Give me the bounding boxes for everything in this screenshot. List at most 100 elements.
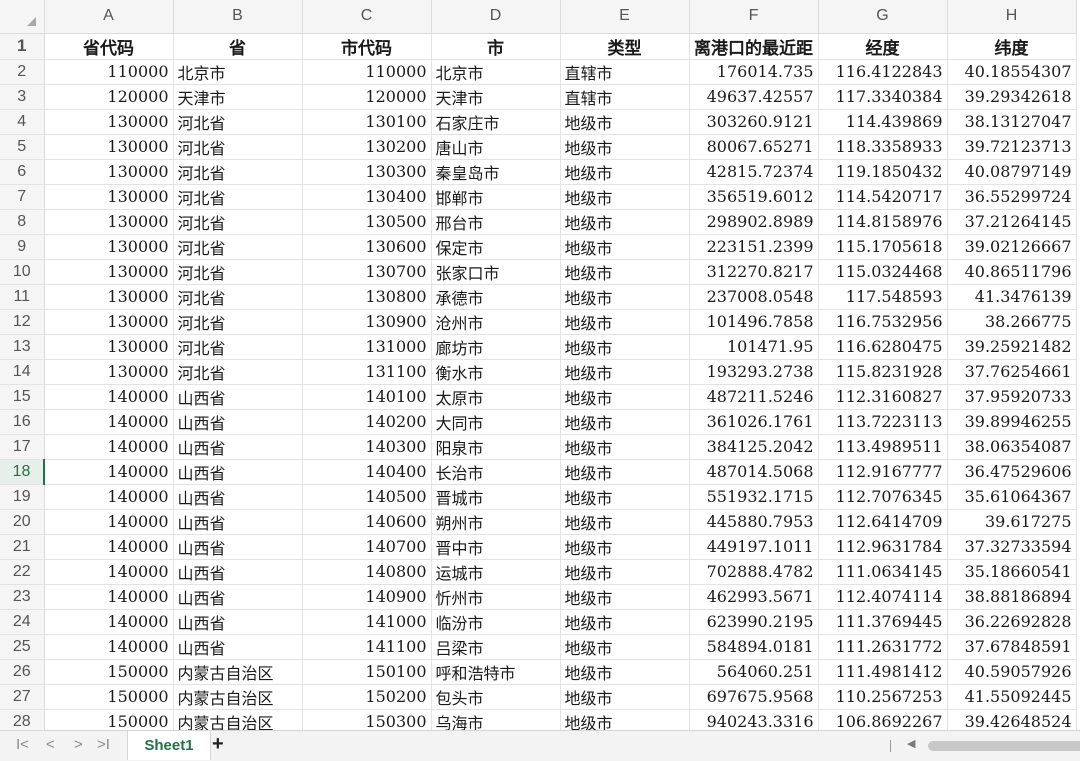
cell[interactable]: 35.61064367 xyxy=(947,484,1077,510)
cell[interactable]: 130000 xyxy=(44,309,174,335)
cell[interactable]: 沧州市 xyxy=(431,309,561,335)
cell[interactable]: 115.8231928 xyxy=(818,359,948,385)
cell[interactable]: 长治市 xyxy=(431,459,561,485)
cell[interactable]: 223151.2399 xyxy=(689,234,819,260)
cell[interactable]: 晋城市 xyxy=(431,484,561,510)
cell[interactable]: 150000 xyxy=(44,659,174,685)
cell[interactable]: 361026.1761 xyxy=(689,409,819,435)
cell[interactable]: 39.25921482 xyxy=(947,334,1077,360)
row-header[interactable]: 14 xyxy=(0,359,45,385)
cell[interactable]: 112.3160827 xyxy=(818,384,948,410)
cell[interactable]: 直辖市 xyxy=(560,59,690,85)
cell[interactable]: 131100 xyxy=(302,359,432,385)
cell[interactable]: 运城市 xyxy=(431,559,561,585)
cell[interactable]: 地级市 xyxy=(560,484,690,510)
cell[interactable]: 140100 xyxy=(302,384,432,410)
cell[interactable]: 37.21264145 xyxy=(947,209,1077,235)
cell[interactable]: 110.2567253 xyxy=(818,684,948,710)
cell[interactable]: 37.95920733 xyxy=(947,384,1077,410)
row-header[interactable]: 19 xyxy=(0,484,45,510)
cell[interactable]: 39.02126667 xyxy=(947,234,1077,260)
cell[interactable]: 石家庄市 xyxy=(431,109,561,135)
cell[interactable]: 山西省 xyxy=(173,484,303,510)
cell[interactable]: 乌海市 xyxy=(431,709,561,730)
cell[interactable]: 130000 xyxy=(44,234,174,260)
cell[interactable]: 河北省 xyxy=(173,334,303,360)
cell[interactable]: 110000 xyxy=(302,59,432,85)
cell[interactable]: 吕梁市 xyxy=(431,634,561,660)
cell[interactable]: 140000 xyxy=(44,609,174,635)
cell[interactable]: 37.67848591 xyxy=(947,634,1077,660)
cell[interactable]: 北京市 xyxy=(431,59,561,85)
cell[interactable]: 39.89946255 xyxy=(947,409,1077,435)
cell[interactable]: 141100 xyxy=(302,634,432,660)
cell[interactable]: 呼和浩特市 xyxy=(431,659,561,685)
row-header[interactable]: 23 xyxy=(0,584,45,610)
cell[interactable]: 116.4122843 xyxy=(818,59,948,85)
cell[interactable]: 地级市 xyxy=(560,359,690,385)
cell[interactable]: 120000 xyxy=(44,84,174,110)
cell[interactable]: 116.6280475 xyxy=(818,334,948,360)
cell[interactable]: 940243.3316 xyxy=(689,709,819,730)
cell[interactable]: 39.617275 xyxy=(947,509,1077,535)
cell[interactable]: 地级市 xyxy=(560,459,690,485)
column-title-cell[interactable]: 离港口的最近距 xyxy=(689,33,819,60)
column-header-g[interactable]: G xyxy=(818,0,948,34)
cell[interactable]: 384125.2042 xyxy=(689,434,819,460)
column-header-h[interactable]: H xyxy=(947,0,1077,34)
cell[interactable]: 承德市 xyxy=(431,284,561,310)
cell[interactable]: 112.9167777 xyxy=(818,459,948,485)
cell[interactable]: 130000 xyxy=(44,209,174,235)
cell[interactable]: 朔州市 xyxy=(431,509,561,535)
cell[interactable]: 地级市 xyxy=(560,334,690,360)
scroll-left-icon[interactable]: ◀ xyxy=(907,737,915,750)
column-header-c[interactable]: C xyxy=(302,0,432,34)
cell[interactable]: 140000 xyxy=(44,534,174,560)
cell[interactable]: 130000 xyxy=(44,109,174,135)
cell[interactable]: 地级市 xyxy=(560,409,690,435)
column-title-cell[interactable]: 经度 xyxy=(818,33,948,60)
column-title-cell[interactable]: 省 xyxy=(173,33,303,60)
cell[interactable]: 150300 xyxy=(302,709,432,730)
cell[interactable]: 114.439869 xyxy=(818,109,948,135)
cell[interactable]: 114.8158976 xyxy=(818,209,948,235)
cell[interactable]: 110000 xyxy=(44,59,174,85)
cell[interactable]: 39.72123713 xyxy=(947,134,1077,160)
cell[interactable]: 山西省 xyxy=(173,409,303,435)
row-header[interactable]: 26 xyxy=(0,659,45,685)
cell[interactable]: 河北省 xyxy=(173,134,303,160)
cell[interactable]: 河北省 xyxy=(173,284,303,310)
last-sheet-icon[interactable]: >I xyxy=(97,736,110,753)
cell[interactable]: 河北省 xyxy=(173,309,303,335)
cell[interactable]: 449197.1011 xyxy=(689,534,819,560)
cell[interactable]: 36.47529606 xyxy=(947,459,1077,485)
cell[interactable]: 130000 xyxy=(44,184,174,210)
cell[interactable]: 山西省 xyxy=(173,509,303,535)
column-title-cell[interactable]: 市 xyxy=(431,33,561,60)
cell[interactable]: 312270.8217 xyxy=(689,259,819,285)
cell[interactable]: 130000 xyxy=(44,159,174,185)
cell[interactable]: 40.18554307 xyxy=(947,59,1077,85)
row-header[interactable]: 21 xyxy=(0,534,45,560)
cell[interactable]: 河北省 xyxy=(173,184,303,210)
row-header[interactable]: 9 xyxy=(0,234,45,260)
cell[interactable]: 140400 xyxy=(302,459,432,485)
cell[interactable]: 564060.251 xyxy=(689,659,819,685)
cell[interactable]: 130000 xyxy=(44,284,174,310)
cell[interactable]: 140000 xyxy=(44,509,174,535)
cell[interactable]: 150000 xyxy=(44,709,174,730)
cell[interactable]: 115.0324468 xyxy=(818,259,948,285)
cell[interactable]: 地级市 xyxy=(560,234,690,260)
cell[interactable]: 140900 xyxy=(302,584,432,610)
cell[interactable]: 356519.6012 xyxy=(689,184,819,210)
cell[interactable]: 130300 xyxy=(302,159,432,185)
cell[interactable]: 山西省 xyxy=(173,559,303,585)
cell[interactable]: 地级市 xyxy=(560,109,690,135)
cell[interactable]: 101496.7858 xyxy=(689,309,819,335)
row-header[interactable]: 15 xyxy=(0,384,45,410)
cell[interactable]: 地级市 xyxy=(560,634,690,660)
cell[interactable]: 地级市 xyxy=(560,209,690,235)
horizontal-scrollbar[interactable] xyxy=(928,741,1080,751)
prev-sheet-icon[interactable]: < xyxy=(46,736,55,753)
cell[interactable]: 487014.5068 xyxy=(689,459,819,485)
